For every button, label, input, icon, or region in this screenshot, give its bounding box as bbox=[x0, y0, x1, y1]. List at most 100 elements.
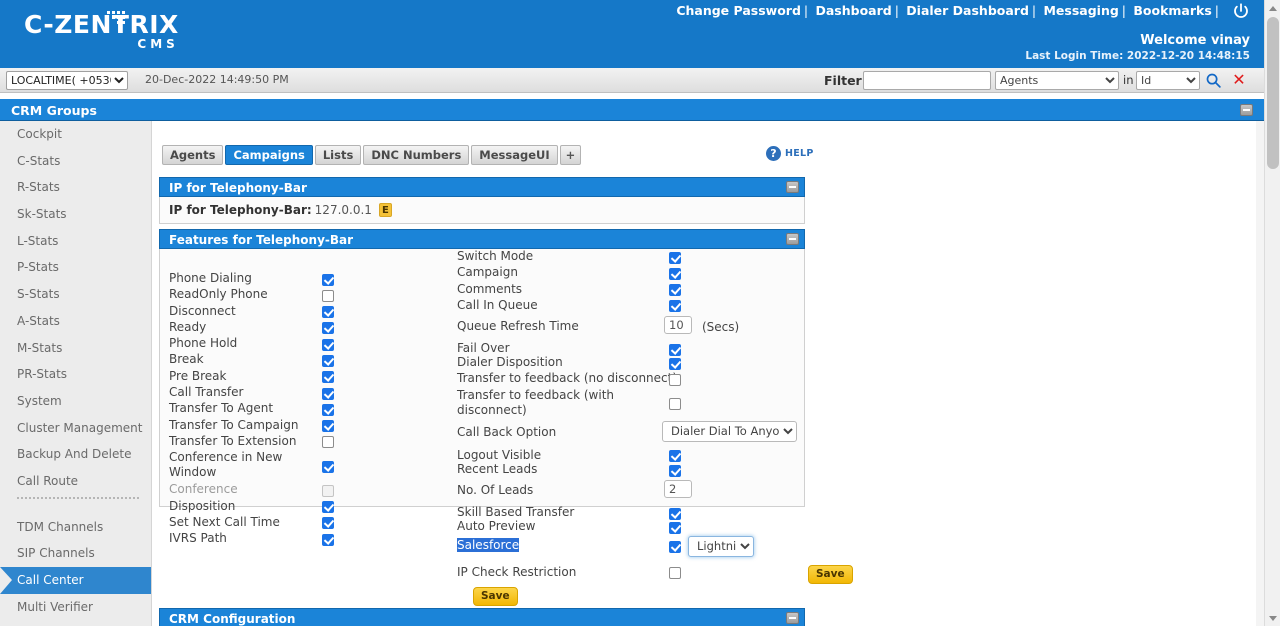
feature-label: Transfer To Extension bbox=[169, 433, 297, 448]
tab-agents[interactable]: Agents bbox=[162, 145, 224, 165]
tab-dnc-numbers[interactable]: DNC Numbers bbox=[363, 145, 470, 165]
checkbox-auto-preview[interactable] bbox=[669, 521, 681, 534]
checkbox-comments[interactable] bbox=[669, 284, 681, 297]
feature-switch-mode: Switch Mode bbox=[457, 249, 797, 265]
checkbox-transfer-to-agent[interactable] bbox=[322, 403, 334, 416]
nav-bookmarks[interactable]: Bookmarks bbox=[1133, 3, 1211, 18]
nav-dialer-dashboard[interactable]: Dialer Dashboard bbox=[906, 3, 1029, 18]
sidebar-item-call-route[interactable]: Call Route bbox=[0, 468, 151, 495]
checkbox-call-in-queue[interactable] bbox=[669, 300, 681, 313]
sidebar-item-sip-channels[interactable]: SIP Channels bbox=[0, 540, 151, 567]
checkbox-call-transfer[interactable] bbox=[322, 387, 334, 400]
main-content: Agents Campaigns Lists DNC Numbers Messa… bbox=[153, 121, 1264, 626]
tab-campaigns[interactable]: Campaigns bbox=[225, 145, 313, 165]
checkbox-skill-based-transfer[interactable] bbox=[669, 507, 681, 520]
sidebar-item-pr-stats[interactable]: PR-Stats bbox=[0, 361, 151, 388]
minimize-icon[interactable] bbox=[1240, 104, 1253, 116]
feature-queue-refresh-time: Queue Refresh Time (Secs) bbox=[457, 314, 797, 338]
sidebar-item-call-center[interactable]: Call Center bbox=[0, 567, 151, 594]
help-link[interactable]: ? HELP bbox=[766, 145, 813, 163]
minimize-icon[interactable] bbox=[786, 181, 799, 193]
feature-transfer-to-extension: Transfer To Extension bbox=[169, 434, 339, 450]
sidebar-item-multi-verifier[interactable]: Multi Verifier bbox=[0, 594, 151, 621]
feature-label: IVRS Path bbox=[169, 531, 227, 546]
checkbox-dialer-disposition[interactable] bbox=[669, 357, 681, 370]
edit-badge[interactable]: E bbox=[378, 203, 392, 217]
feature-conference: Conference bbox=[169, 482, 339, 498]
sidebar-item-p-stats[interactable]: P-Stats bbox=[0, 254, 151, 281]
checkbox-campaign[interactable] bbox=[669, 267, 681, 280]
vertical-scrollbar[interactable] bbox=[1264, 0, 1280, 626]
sidebar-item-s-stats[interactable]: S-Stats bbox=[0, 281, 151, 308]
checkbox-conference bbox=[322, 484, 334, 497]
checkbox-conference-in-new-window[interactable] bbox=[322, 460, 334, 473]
app-header: C-ZENTRIX CMS Change Password | Dashboard… bbox=[0, 0, 1264, 68]
salesforce-edition-select[interactable]: Lightnir bbox=[688, 535, 754, 557]
sidebar-item-l-stats[interactable]: L-Stats bbox=[0, 228, 151, 255]
side-save-button[interactable]: Save bbox=[808, 565, 853, 584]
close-icon[interactable]: ✕ bbox=[1231, 71, 1247, 89]
sidebar-item-r-stats[interactable]: R-Stats bbox=[0, 174, 151, 201]
welcome-text: Welcome vinay bbox=[1140, 33, 1250, 48]
timezone-select[interactable]: LOCALTIME( +0530 ) bbox=[6, 71, 128, 90]
checkbox-ivrs-path[interactable] bbox=[322, 533, 334, 546]
minimize-icon[interactable] bbox=[786, 233, 799, 245]
checkbox-transfer-to-extension[interactable] bbox=[322, 436, 334, 449]
sidebar-item-cluster-management[interactable]: Cluster Management bbox=[0, 415, 151, 442]
filter-input[interactable] bbox=[863, 71, 991, 90]
checkbox-fail-over[interactable] bbox=[669, 343, 681, 356]
checkbox-disposition[interactable] bbox=[322, 501, 334, 514]
tab-lists[interactable]: Lists bbox=[314, 145, 362, 165]
checkbox-phone-hold[interactable] bbox=[322, 338, 334, 351]
feature-set-next-call-time: Set Next Call Time bbox=[169, 515, 339, 531]
checkbox-transfer-to-feedback-with-disconnect[interactable] bbox=[669, 398, 681, 411]
nav-dashboard[interactable]: Dashboard bbox=[815, 3, 891, 18]
feature-disconnect: Disconnect bbox=[169, 304, 339, 320]
sidebar-item-tdm-channels[interactable]: TDM Channels bbox=[0, 514, 151, 541]
checkbox-transfer-to-feedback-no-disconnect[interactable] bbox=[669, 373, 681, 386]
sidebar-item-sk-stats[interactable]: Sk-Stats bbox=[0, 201, 151, 228]
no-of-leads-input[interactable] bbox=[664, 480, 692, 499]
call-back-option-select[interactable]: Dialer Dial To Anyone bbox=[662, 420, 797, 442]
checkbox-ip-check-restriction[interactable] bbox=[669, 567, 681, 580]
checkbox-set-next-call-time[interactable] bbox=[322, 517, 334, 530]
feature-conference-in-new-window: Conference in New Window bbox=[169, 450, 339, 482]
minimize-icon[interactable] bbox=[786, 612, 799, 624]
checkbox-phone-dialing[interactable] bbox=[322, 273, 334, 286]
search-icon[interactable] bbox=[1205, 72, 1222, 89]
checkbox-pre-break[interactable] bbox=[322, 371, 334, 384]
queue-refresh-time-input[interactable] bbox=[664, 316, 692, 335]
scroll-up-arrow-icon[interactable] bbox=[1265, 0, 1280, 16]
ip-label: IP for Telephony-Bar: bbox=[169, 203, 312, 217]
sidebar-item-m-stats[interactable]: M-Stats bbox=[0, 335, 151, 362]
sidebar-item-a-stats[interactable]: A-Stats bbox=[0, 308, 151, 335]
filter-field-select[interactable]: Id bbox=[1136, 71, 1200, 90]
checkbox-disconnect[interactable] bbox=[322, 306, 334, 319]
nav-change-password[interactable]: Change Password bbox=[676, 3, 801, 18]
sidebar-item-c-stats[interactable]: C-Stats bbox=[0, 148, 151, 175]
checkbox-ready[interactable] bbox=[322, 322, 334, 335]
checkbox-logout-visible[interactable] bbox=[669, 450, 681, 463]
sidebar-item-backup-and-delete[interactable]: Backup And Delete bbox=[0, 441, 151, 468]
content-scroll-gutter bbox=[1256, 121, 1264, 626]
tab-add[interactable]: + bbox=[559, 145, 582, 165]
checkbox-switch-mode[interactable] bbox=[669, 251, 681, 264]
feature-label: Set Next Call Time bbox=[169, 514, 280, 529]
sidebar-item-system[interactable]: System bbox=[0, 388, 151, 415]
checkbox-recent-leads[interactable] bbox=[669, 464, 681, 477]
sidebar-item-cockpit[interactable]: Cockpit bbox=[0, 121, 151, 148]
checkbox-break[interactable] bbox=[322, 354, 334, 367]
save-button[interactable]: Save bbox=[473, 586, 518, 606]
filter-entity-select[interactable]: Agents bbox=[995, 71, 1119, 90]
tab-messageui[interactable]: MessageUI bbox=[471, 145, 558, 165]
nav-messaging[interactable]: Messaging bbox=[1043, 3, 1118, 18]
feature-campaign: Campaign bbox=[457, 265, 797, 281]
scrollbar-thumb[interactable] bbox=[1267, 17, 1279, 169]
scroll-down-arrow-icon[interactable] bbox=[1265, 610, 1280, 626]
power-icon[interactable] bbox=[1232, 2, 1250, 20]
feature-ready: Ready bbox=[169, 320, 339, 336]
feature-label: Recent Leads bbox=[457, 462, 538, 477]
checkbox-transfer-to-campaign[interactable] bbox=[322, 420, 334, 433]
checkbox-readonly-phone[interactable] bbox=[322, 289, 334, 302]
checkbox-salesforce[interactable] bbox=[669, 541, 681, 554]
